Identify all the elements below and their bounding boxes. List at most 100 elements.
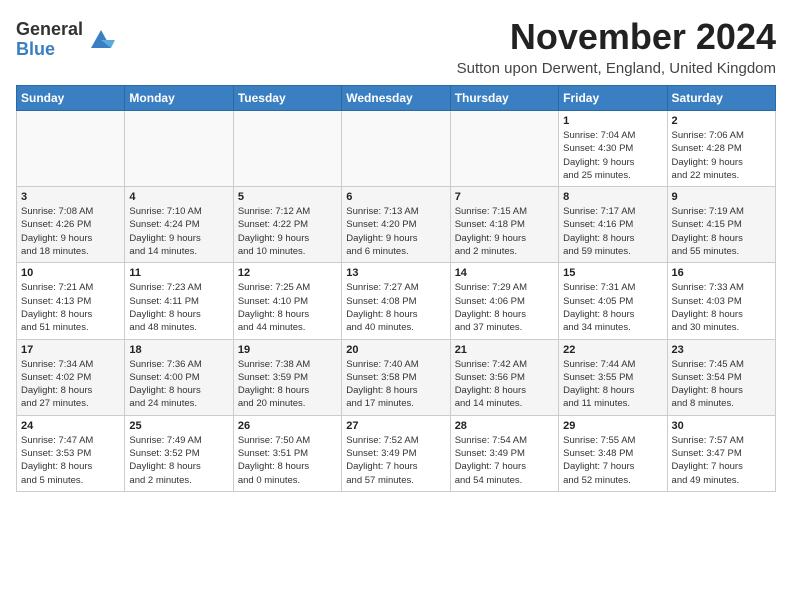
- calendar-cell: 6 Sunrise: 7:13 AM Sunset: 4:20 PM Daylig…: [342, 187, 450, 263]
- day-number: 19: [238, 344, 337, 356]
- day-info: Sunrise: 7:45 AM Sunset: 3:54 PM Dayligh…: [672, 358, 771, 411]
- day-info: Sunrise: 7:25 AM Sunset: 4:10 PM Dayligh…: [238, 281, 337, 334]
- calendar-cell: 1 Sunrise: 7:04 AM Sunset: 4:30 PM Daylig…: [559, 111, 667, 187]
- day-info: Sunrise: 7:31 AM Sunset: 4:05 PM Dayligh…: [563, 281, 662, 334]
- day-info: Sunrise: 7:42 AM Sunset: 3:56 PM Dayligh…: [455, 358, 554, 411]
- weekday-header-thursday: Thursday: [450, 86, 558, 111]
- weekday-header-sunday: Sunday: [17, 86, 125, 111]
- calendar-cell: [450, 111, 558, 187]
- logo-text: General Blue: [16, 20, 83, 60]
- calendar-week-5: 24 Sunrise: 7:47 AM Sunset: 3:53 PM Dayli…: [17, 415, 776, 491]
- day-info: Sunrise: 7:38 AM Sunset: 3:59 PM Dayligh…: [238, 358, 337, 411]
- day-number: 1: [563, 115, 662, 127]
- calendar-cell: 28 Sunrise: 7:54 AM Sunset: 3:49 PM Dayli…: [450, 415, 558, 491]
- calendar-cell: [125, 111, 233, 187]
- calendar-cell: [233, 111, 341, 187]
- weekday-header-monday: Monday: [125, 86, 233, 111]
- day-info: Sunrise: 7:17 AM Sunset: 4:16 PM Dayligh…: [563, 205, 662, 258]
- month-title: November 2024: [457, 16, 776, 58]
- day-info: Sunrise: 7:55 AM Sunset: 3:48 PM Dayligh…: [563, 434, 662, 487]
- calendar-week-3: 10Sunrise: 7:21 AM Sunset: 4:13 PM Dayli…: [17, 263, 776, 339]
- day-number: 24: [21, 420, 120, 432]
- calendar-cell: 11 Sunrise: 7:23 AM Sunset: 4:11 PM Dayli…: [125, 263, 233, 339]
- calendar-cell: 7 Sunrise: 7:15 AM Sunset: 4:18 PM Daylig…: [450, 187, 558, 263]
- day-info: Sunrise: 7:23 AM Sunset: 4:11 PM Dayligh…: [129, 281, 228, 334]
- day-number: 15: [563, 267, 662, 279]
- calendar-cell: 17 Sunrise: 7:34 AM Sunset: 4:02 PM Dayli…: [17, 339, 125, 415]
- day-number: 6: [346, 191, 445, 203]
- day-info: Sunrise: 7:57 AM Sunset: 3:47 PM Dayligh…: [672, 434, 771, 487]
- calendar-cell: 16Sunrise: 7:33 AM Sunset: 4:03 PM Dayli…: [667, 263, 775, 339]
- day-info: Sunrise: 7:40 AM Sunset: 3:58 PM Dayligh…: [346, 358, 445, 411]
- day-info: Sunrise: 7:13 AM Sunset: 4:20 PM Dayligh…: [346, 205, 445, 258]
- calendar-week-2: 3Sunrise: 7:08 AM Sunset: 4:26 PM Daylig…: [17, 187, 776, 263]
- day-number: 14: [455, 267, 554, 279]
- location: Sutton upon Derwent, England, United Kin…: [457, 60, 776, 77]
- calendar-cell: 18 Sunrise: 7:36 AM Sunset: 4:00 PM Dayli…: [125, 339, 233, 415]
- calendar-cell: 13 Sunrise: 7:27 AM Sunset: 4:08 PM Dayli…: [342, 263, 450, 339]
- weekday-header-tuesday: Tuesday: [233, 86, 341, 111]
- calendar-cell: 22Sunrise: 7:44 AM Sunset: 3:55 PM Dayli…: [559, 339, 667, 415]
- day-number: 29: [563, 420, 662, 432]
- day-info: Sunrise: 7:10 AM Sunset: 4:24 PM Dayligh…: [129, 205, 228, 258]
- day-number: 8: [563, 191, 662, 203]
- day-number: 13: [346, 267, 445, 279]
- title-area: November 2024 Sutton upon Derwent, Engla…: [457, 16, 776, 77]
- day-number: 12: [238, 267, 337, 279]
- calendar-cell: 2 Sunrise: 7:06 AM Sunset: 4:28 PM Daylig…: [667, 111, 775, 187]
- calendar-header: SundayMondayTuesdayWednesdayThursdayFrid…: [17, 86, 776, 111]
- weekday-header-saturday: Saturday: [667, 86, 775, 111]
- weekday-header-wednesday: Wednesday: [342, 86, 450, 111]
- calendar-cell: 20Sunrise: 7:40 AM Sunset: 3:58 PM Dayli…: [342, 339, 450, 415]
- day-number: 23: [672, 344, 771, 356]
- calendar-cell: 4 Sunrise: 7:10 AM Sunset: 4:24 PM Daylig…: [125, 187, 233, 263]
- logo-general: General: [16, 20, 83, 40]
- day-info: Sunrise: 7:34 AM Sunset: 4:02 PM Dayligh…: [21, 358, 120, 411]
- day-number: 4: [129, 191, 228, 203]
- day-number: 9: [672, 191, 771, 203]
- calendar-cell: [17, 111, 125, 187]
- day-number: 28: [455, 420, 554, 432]
- day-number: 17: [21, 344, 120, 356]
- day-info: Sunrise: 7:06 AM Sunset: 4:28 PM Dayligh…: [672, 129, 771, 182]
- weekday-row: SundayMondayTuesdayWednesdayThursdayFrid…: [17, 86, 776, 111]
- logo: General Blue: [16, 20, 115, 60]
- day-number: 7: [455, 191, 554, 203]
- calendar-cell: 3Sunrise: 7:08 AM Sunset: 4:26 PM Daylig…: [17, 187, 125, 263]
- day-number: 18: [129, 344, 228, 356]
- day-info: Sunrise: 7:21 AM Sunset: 4:13 PM Dayligh…: [21, 281, 120, 334]
- day-number: 22: [563, 344, 662, 356]
- calendar-cell: 25Sunrise: 7:49 AM Sunset: 3:52 PM Dayli…: [125, 415, 233, 491]
- weekday-header-friday: Friday: [559, 86, 667, 111]
- day-number: 25: [129, 420, 228, 432]
- calendar-table: SundayMondayTuesdayWednesdayThursdayFrid…: [16, 85, 776, 492]
- calendar-cell: 21 Sunrise: 7:42 AM Sunset: 3:56 PM Dayli…: [450, 339, 558, 415]
- calendar-body: 1 Sunrise: 7:04 AM Sunset: 4:30 PM Daylig…: [17, 111, 776, 492]
- calendar-week-1: 1 Sunrise: 7:04 AM Sunset: 4:30 PM Daylig…: [17, 111, 776, 187]
- day-number: 21: [455, 344, 554, 356]
- logo-icon: [87, 26, 115, 54]
- calendar-cell: 15 Sunrise: 7:31 AM Sunset: 4:05 PM Dayli…: [559, 263, 667, 339]
- day-number: 2: [672, 115, 771, 127]
- day-info: Sunrise: 7:47 AM Sunset: 3:53 PM Dayligh…: [21, 434, 120, 487]
- calendar-cell: [342, 111, 450, 187]
- day-info: Sunrise: 7:12 AM Sunset: 4:22 PM Dayligh…: [238, 205, 337, 258]
- day-info: Sunrise: 7:27 AM Sunset: 4:08 PM Dayligh…: [346, 281, 445, 334]
- calendar-cell: 9Sunrise: 7:19 AM Sunset: 4:15 PM Daylig…: [667, 187, 775, 263]
- day-number: 30: [672, 420, 771, 432]
- day-info: Sunrise: 7:29 AM Sunset: 4:06 PM Dayligh…: [455, 281, 554, 334]
- calendar-week-4: 17 Sunrise: 7:34 AM Sunset: 4:02 PM Dayli…: [17, 339, 776, 415]
- day-number: 5: [238, 191, 337, 203]
- calendar-cell: 10Sunrise: 7:21 AM Sunset: 4:13 PM Dayli…: [17, 263, 125, 339]
- day-info: Sunrise: 7:33 AM Sunset: 4:03 PM Dayligh…: [672, 281, 771, 334]
- day-number: 27: [346, 420, 445, 432]
- day-number: 26: [238, 420, 337, 432]
- day-info: Sunrise: 7:36 AM Sunset: 4:00 PM Dayligh…: [129, 358, 228, 411]
- day-info: Sunrise: 7:15 AM Sunset: 4:18 PM Dayligh…: [455, 205, 554, 258]
- calendar-cell: 30 Sunrise: 7:57 AM Sunset: 3:47 PM Dayli…: [667, 415, 775, 491]
- day-number: 11: [129, 267, 228, 279]
- day-info: Sunrise: 7:54 AM Sunset: 3:49 PM Dayligh…: [455, 434, 554, 487]
- day-info: Sunrise: 7:04 AM Sunset: 4:30 PM Dayligh…: [563, 129, 662, 182]
- calendar-cell: 12 Sunrise: 7:25 AM Sunset: 4:10 PM Dayli…: [233, 263, 341, 339]
- day-info: Sunrise: 7:50 AM Sunset: 3:51 PM Dayligh…: [238, 434, 337, 487]
